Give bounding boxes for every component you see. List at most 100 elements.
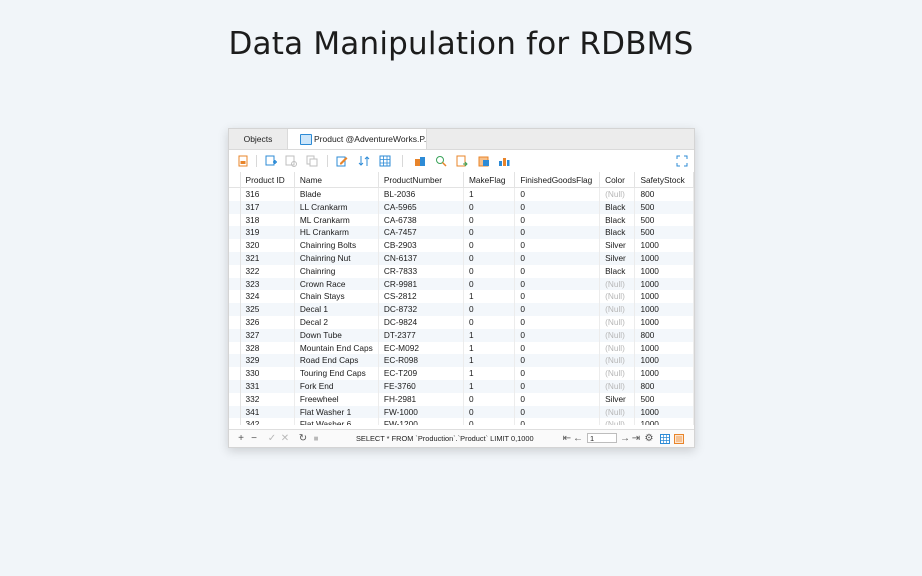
tab-objects[interactable]: Objects bbox=[229, 129, 287, 149]
row-gutter[interactable] bbox=[229, 405, 241, 419]
table-cell[interactable]: 0 bbox=[514, 200, 601, 214]
table-cell[interactable]: CR-9981 bbox=[378, 277, 465, 291]
row-gutter[interactable] bbox=[229, 239, 241, 252]
table-cell[interactable]: Decal 1 bbox=[294, 303, 379, 316]
table-cell[interactable]: (Null) bbox=[599, 303, 636, 316]
refresh-button[interactable]: ↻ bbox=[298, 432, 308, 445]
table-cell[interactable]: 0 bbox=[463, 264, 516, 278]
table-cell[interactable]: 0 bbox=[514, 290, 601, 304]
row-gutter[interactable] bbox=[229, 315, 241, 329]
table-row[interactable]: 342 Flat Washer 6 FW-1200 0 0 (Null) 1000 bbox=[229, 418, 694, 425]
table-cell[interactable]: 316 bbox=[240, 187, 295, 201]
table-cell[interactable]: 1 bbox=[463, 187, 516, 201]
table-cell[interactable]: Flat Washer 6 bbox=[294, 418, 379, 425]
table-row[interactable]: 323 Crown Race CR-9981 0 0 (Null) 1000 bbox=[229, 277, 694, 291]
table-cell[interactable]: Chainring Bolts bbox=[294, 239, 379, 252]
table-row[interactable]: 316 Blade BL-2036 1 0 (Null) 800 bbox=[229, 187, 694, 201]
table-cell[interactable]: 1000 bbox=[634, 303, 694, 316]
table-cell[interactable]: 0 bbox=[514, 392, 601, 406]
grid-view-icon[interactable] bbox=[379, 155, 391, 167]
table-row[interactable]: 321 Chainring Nut CN-6137 0 0 Silver 1000 bbox=[229, 251, 694, 265]
row-gutter[interactable] bbox=[229, 418, 241, 425]
table-row[interactable]: 326 Decal 2 DC-9824 0 0 (Null) 1000 bbox=[229, 315, 694, 329]
table-cell[interactable]: 0 bbox=[463, 200, 516, 214]
table-cell[interactable]: 1 bbox=[463, 328, 516, 342]
table-cell[interactable]: CA-7457 bbox=[378, 226, 465, 240]
table-cell[interactable]: CS-2812 bbox=[378, 290, 465, 304]
row-gutter[interactable] bbox=[229, 367, 241, 380]
sort-icon[interactable] bbox=[358, 155, 370, 167]
settings-icon[interactable]: ⚙ bbox=[644, 432, 654, 445]
filter-icon[interactable] bbox=[414, 155, 426, 167]
row-gutter[interactable] bbox=[229, 200, 241, 214]
table-row[interactable]: 341 Flat Washer 1 FW-1000 0 0 (Null) 1000 bbox=[229, 405, 694, 419]
table-cell[interactable]: 500 bbox=[634, 392, 694, 406]
table-row[interactable]: 331 Fork End FE-3760 1 0 (Null) 800 bbox=[229, 379, 694, 393]
table-cell[interactable]: 1000 bbox=[634, 277, 694, 291]
table-cell[interactable]: CB-2903 bbox=[378, 239, 465, 252]
table-cell[interactable]: 0 bbox=[514, 354, 601, 368]
table-cell[interactable]: 500 bbox=[634, 226, 694, 240]
table-cell[interactable]: 1 bbox=[463, 367, 516, 380]
table-cell[interactable]: 0 bbox=[463, 418, 516, 425]
table-cell[interactable]: DC-8732 bbox=[378, 303, 465, 316]
table-cell[interactable]: 1000 bbox=[634, 405, 694, 419]
table-row[interactable]: 324 Chain Stays CS-2812 1 0 (Null) 1000 bbox=[229, 290, 694, 304]
row-gutter[interactable] bbox=[229, 277, 241, 291]
column-header[interactable]: FinishedGoodsFlag bbox=[514, 172, 601, 188]
table-cell[interactable]: 328 bbox=[240, 341, 295, 355]
table-cell[interactable]: 0 bbox=[514, 264, 601, 278]
table-cell[interactable]: Fork End bbox=[294, 379, 379, 393]
table-cell[interactable]: 332 bbox=[240, 392, 295, 406]
add-row-button[interactable]: + bbox=[236, 432, 246, 445]
table-cell[interactable]: 0 bbox=[514, 328, 601, 342]
table-cell[interactable]: 0 bbox=[463, 226, 516, 240]
next-page-button[interactable]: → bbox=[620, 432, 630, 445]
refresh-data-icon[interactable] bbox=[456, 155, 468, 167]
table-cell[interactable]: Freewheel bbox=[294, 392, 379, 406]
table-cell[interactable]: Down Tube bbox=[294, 328, 379, 342]
table-cell[interactable]: Black bbox=[599, 200, 636, 214]
table-cell[interactable]: 1000 bbox=[634, 290, 694, 304]
table-cell[interactable]: Blade bbox=[294, 187, 379, 201]
table-cell[interactable]: Black bbox=[599, 264, 636, 278]
table-cell[interactable]: Chain Stays bbox=[294, 290, 379, 304]
column-header[interactable]: ProductNumber bbox=[378, 172, 465, 188]
table-cell[interactable]: FH-2981 bbox=[378, 392, 465, 406]
table-cell[interactable]: 0 bbox=[514, 251, 601, 265]
table-row[interactable]: 328 Mountain End Caps EC-M092 1 0 (Null) 1000 bbox=[229, 341, 694, 355]
table-cell[interactable]: (Null) bbox=[599, 187, 636, 201]
grid-view-toggle-icon[interactable] bbox=[660, 432, 670, 445]
row-gutter[interactable] bbox=[229, 251, 241, 265]
table-cell[interactable]: 0 bbox=[514, 226, 601, 240]
table-row[interactable]: 322 Chainring CR-7833 0 0 Black 1000 bbox=[229, 264, 694, 278]
row-gutter[interactable] bbox=[229, 354, 241, 368]
table-cell[interactable]: 800 bbox=[634, 187, 694, 201]
table-cell[interactable]: FW-1000 bbox=[378, 405, 465, 419]
row-gutter[interactable] bbox=[229, 290, 241, 304]
table-cell[interactable]: 1 bbox=[463, 290, 516, 304]
page-number-input[interactable]: 1 bbox=[587, 433, 617, 443]
table-cell[interactable]: Silver bbox=[599, 392, 636, 406]
table-cell[interactable]: (Null) bbox=[599, 418, 636, 425]
table-row[interactable]: 320 Chainring Bolts CB-2903 0 0 Silver 1000 bbox=[229, 239, 694, 252]
table-cell[interactable]: 800 bbox=[634, 379, 694, 393]
table-cell[interactable]: 800 bbox=[634, 328, 694, 342]
table-cell[interactable]: 0 bbox=[514, 213, 601, 227]
apply-changes-button[interactable]: ✓ bbox=[267, 432, 277, 445]
table-cell[interactable]: 1 bbox=[463, 354, 516, 368]
table-cell[interactable]: 327 bbox=[240, 328, 295, 342]
row-gutter[interactable] bbox=[229, 226, 241, 240]
table-cell[interactable]: 1000 bbox=[634, 341, 694, 355]
table-cell[interactable]: 1000 bbox=[634, 418, 694, 425]
table-cell[interactable]: LL Crankarm bbox=[294, 200, 379, 214]
table-cell[interactable]: EC-M092 bbox=[378, 341, 465, 355]
chart-icon[interactable] bbox=[498, 155, 510, 167]
form-view-toggle-icon[interactable] bbox=[674, 432, 684, 445]
table-cell[interactable]: 500 bbox=[634, 213, 694, 227]
column-header[interactable]: Color bbox=[599, 172, 636, 188]
fullscreen-icon[interactable] bbox=[676, 155, 688, 167]
table-cell[interactable]: Road End Caps bbox=[294, 354, 379, 368]
column-header[interactable]: Product ID bbox=[240, 172, 295, 188]
table-cell[interactable]: 0 bbox=[514, 341, 601, 355]
